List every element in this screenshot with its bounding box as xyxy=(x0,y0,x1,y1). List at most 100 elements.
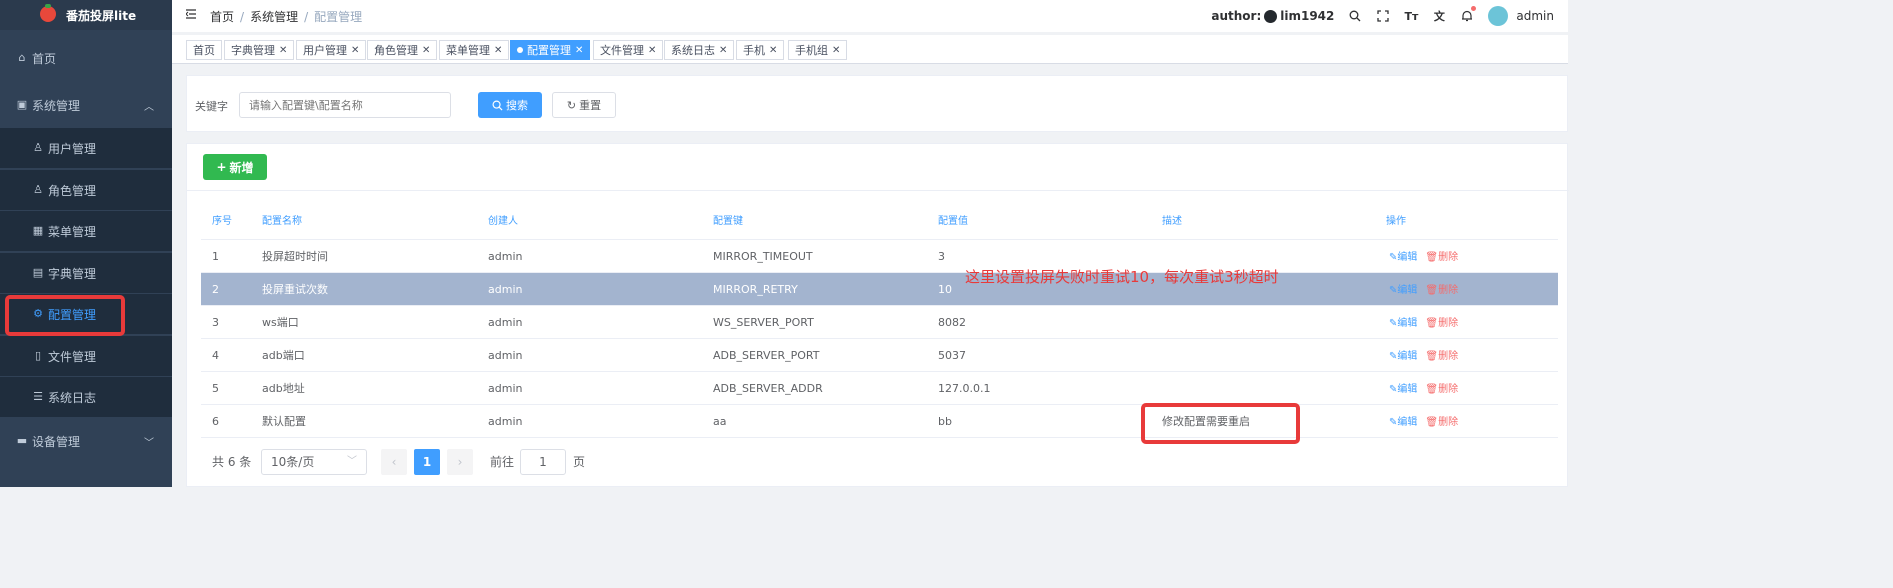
font-size-icon[interactable]: Tт xyxy=(1404,9,1418,23)
prev-page-button[interactable]: ‹ xyxy=(381,449,407,475)
table-row: 1 投屏超时时间 admin MIRROR_TIMEOUT 3 ✎编辑 🗑删除 xyxy=(201,240,1558,273)
goto-page-input[interactable]: 1 xyxy=(520,449,566,475)
keyword-label: 关键字 xyxy=(195,100,228,113)
tag-home[interactable]: 首页 xyxy=(186,40,222,60)
cell-no: 1 xyxy=(212,250,219,263)
cell-actions: ✎编辑 🗑删除 xyxy=(1389,306,1458,339)
delete-button[interactable]: 🗑删除 xyxy=(1425,285,1458,296)
translate-icon[interactable]: 文 xyxy=(1432,9,1446,23)
hamburger-icon[interactable] xyxy=(186,9,196,19)
sidebar-item-label: 用户管理 xyxy=(48,141,97,156)
user-dropdown[interactable]: admin xyxy=(1488,6,1554,26)
delete-button[interactable]: 🗑删除 xyxy=(1425,417,1458,428)
col-header-no: 序号 xyxy=(212,216,232,227)
add-button[interactable]: + 新增 xyxy=(203,154,267,180)
tag-menus[interactable]: 菜单管理 ✕ xyxy=(439,40,510,60)
username: admin xyxy=(1516,9,1554,23)
close-icon[interactable]: ✕ xyxy=(832,45,840,56)
tag-logs[interactable]: 系统日志 ✕ xyxy=(664,40,735,60)
close-icon[interactable]: ✕ xyxy=(494,45,502,56)
sidebar: 番茄投屏lite ⌂ 首页 ▣ 系统管理 ︿ ♙ 用户管理 ♙ 角色管理 ▦ 菜… xyxy=(0,0,172,487)
cell-actions: ✎编辑 🗑删除 xyxy=(1389,372,1458,405)
reset-button-label: 重置 xyxy=(579,99,602,112)
search-icon xyxy=(492,100,503,111)
sidebar-item-files[interactable]: ▯ 文件管理 xyxy=(0,336,172,376)
notification-dot xyxy=(1471,6,1477,11)
table-row: 3 ws端口 admin WS_SERVER_PORT 8082 ✎编辑 🗑删除 xyxy=(201,306,1558,339)
delete-button[interactable]: 🗑删除 xyxy=(1425,318,1458,329)
cell-key: MIRROR_TIMEOUT xyxy=(713,250,813,263)
edit-button[interactable]: ✎编辑 xyxy=(1389,285,1417,296)
cell-no: 2 xyxy=(212,283,219,296)
cell-name: 默认配置 xyxy=(262,415,306,428)
col-header-creator: 创建人 xyxy=(488,216,518,227)
close-icon[interactable]: ✕ xyxy=(351,45,359,56)
bell-icon[interactable] xyxy=(1460,6,1477,23)
close-icon[interactable]: ✕ xyxy=(422,45,430,56)
breadcrumb-item-system[interactable]: 系统管理 xyxy=(250,10,298,24)
next-page-button[interactable]: › xyxy=(447,449,473,475)
fullscreen-icon[interactable] xyxy=(1376,9,1390,23)
logo: 番茄投屏lite xyxy=(0,0,172,30)
sidebar-item-menus[interactable]: ▦ 菜单管理 xyxy=(0,211,172,251)
breadcrumb-item-current: 配置管理 xyxy=(314,10,363,24)
edit-button[interactable]: ✎编辑 xyxy=(1389,417,1417,428)
keyword-input[interactable] xyxy=(239,92,451,118)
tag-dict[interactable]: 字典管理 ✕ xyxy=(224,40,295,60)
tag-phone[interactable]: 手机 ✕ xyxy=(736,40,785,60)
right-menu: author: lim1942 Tт 文 admin xyxy=(1211,0,1554,32)
cell-value: 8082 xyxy=(938,316,966,329)
close-icon[interactable]: ✕ xyxy=(575,45,583,56)
tag-label: 手机组 xyxy=(795,44,828,57)
author-link[interactable]: author: lim1942 xyxy=(1211,9,1334,23)
tag-users[interactable]: 用户管理 ✕ xyxy=(296,40,367,60)
close-icon[interactable]: ✕ xyxy=(648,45,656,56)
chevron-down-icon: ﹀ xyxy=(144,437,154,449)
sidebar-item-home[interactable]: ⌂ 首页 xyxy=(0,38,172,78)
reset-button[interactable]: ↻ 重置 xyxy=(552,92,616,118)
edit-button[interactable]: ✎编辑 xyxy=(1389,351,1417,362)
edit-button[interactable]: ✎编辑 xyxy=(1389,318,1417,329)
cell-no: 4 xyxy=(212,349,219,362)
tag-config[interactable]: 配置管理 ✕ xyxy=(510,40,591,60)
tag-files[interactable]: 文件管理 ✕ xyxy=(593,40,664,60)
cell-name: ws端口 xyxy=(262,316,299,329)
delete-button[interactable]: 🗑删除 xyxy=(1425,252,1458,263)
chevron-up-icon: ︿ xyxy=(144,101,154,113)
cell-actions: ✎编辑 🗑删除 xyxy=(1389,240,1458,273)
col-header-key: 配置键 xyxy=(713,216,743,227)
sidebar-item-dict[interactable]: ▤ 字典管理 xyxy=(0,253,172,293)
sidebar-item-roles[interactable]: ♙ 角色管理 xyxy=(0,170,172,210)
close-icon[interactable]: ✕ xyxy=(769,45,777,56)
edit-button[interactable]: ✎编辑 xyxy=(1389,252,1417,263)
sidebar-item-system[interactable]: ▣ 系统管理 ︿ xyxy=(0,85,172,125)
search-icon[interactable] xyxy=(1348,9,1362,23)
table-row: 6 默认配置 admin aa bb 修改配置需要重启 ✎编辑 🗑删除 xyxy=(201,405,1558,438)
sidebar-item-logs[interactable]: ☰ 系统日志 xyxy=(0,377,172,417)
sidebar-item-label: 字典管理 xyxy=(48,266,97,281)
author-label: author: xyxy=(1211,9,1262,23)
navbar: 首页 / 系统管理 / 配置管理 author: lim1942 Tт 文 admin xyxy=(172,0,1568,32)
cell-name: 投屏超时时间 xyxy=(262,250,328,263)
tag-roles[interactable]: 角色管理 ✕ xyxy=(367,40,438,60)
page-size-select[interactable]: 10条/页 ﹀ xyxy=(261,449,367,475)
delete-button[interactable]: 🗑删除 xyxy=(1425,351,1458,362)
search-button[interactable]: 搜索 xyxy=(478,92,542,118)
close-icon[interactable]: ✕ xyxy=(279,45,287,56)
cell-creator: admin xyxy=(488,250,523,263)
breadcrumb-item-home[interactable]: 首页 xyxy=(210,10,234,24)
tag-label: 菜单管理 xyxy=(446,44,490,57)
plus-icon: + xyxy=(216,160,227,174)
sidebar-item-users[interactable]: ♙ 用户管理 xyxy=(0,128,172,168)
user-icon: ♙ xyxy=(33,141,43,154)
edit-button[interactable]: ✎编辑 xyxy=(1389,384,1417,395)
col-header-desc: 描述 xyxy=(1162,216,1182,227)
delete-button[interactable]: 🗑删除 xyxy=(1425,384,1458,395)
tag-phone-group[interactable]: 手机组 ✕ xyxy=(788,40,848,60)
config-table: 序号 配置名称 创建人 配置键 配置值 描述 操作 1 投屏超时时间 admin… xyxy=(201,207,1558,438)
sidebar-item-devices[interactable]: ▬ 设备管理 ﹀ xyxy=(0,421,172,461)
author-name: lim1942 xyxy=(1280,9,1335,23)
pagination-total: 共 6 条 xyxy=(212,455,252,469)
close-icon[interactable]: ✕ xyxy=(719,45,727,56)
page-number-button[interactable]: 1 xyxy=(414,449,440,475)
